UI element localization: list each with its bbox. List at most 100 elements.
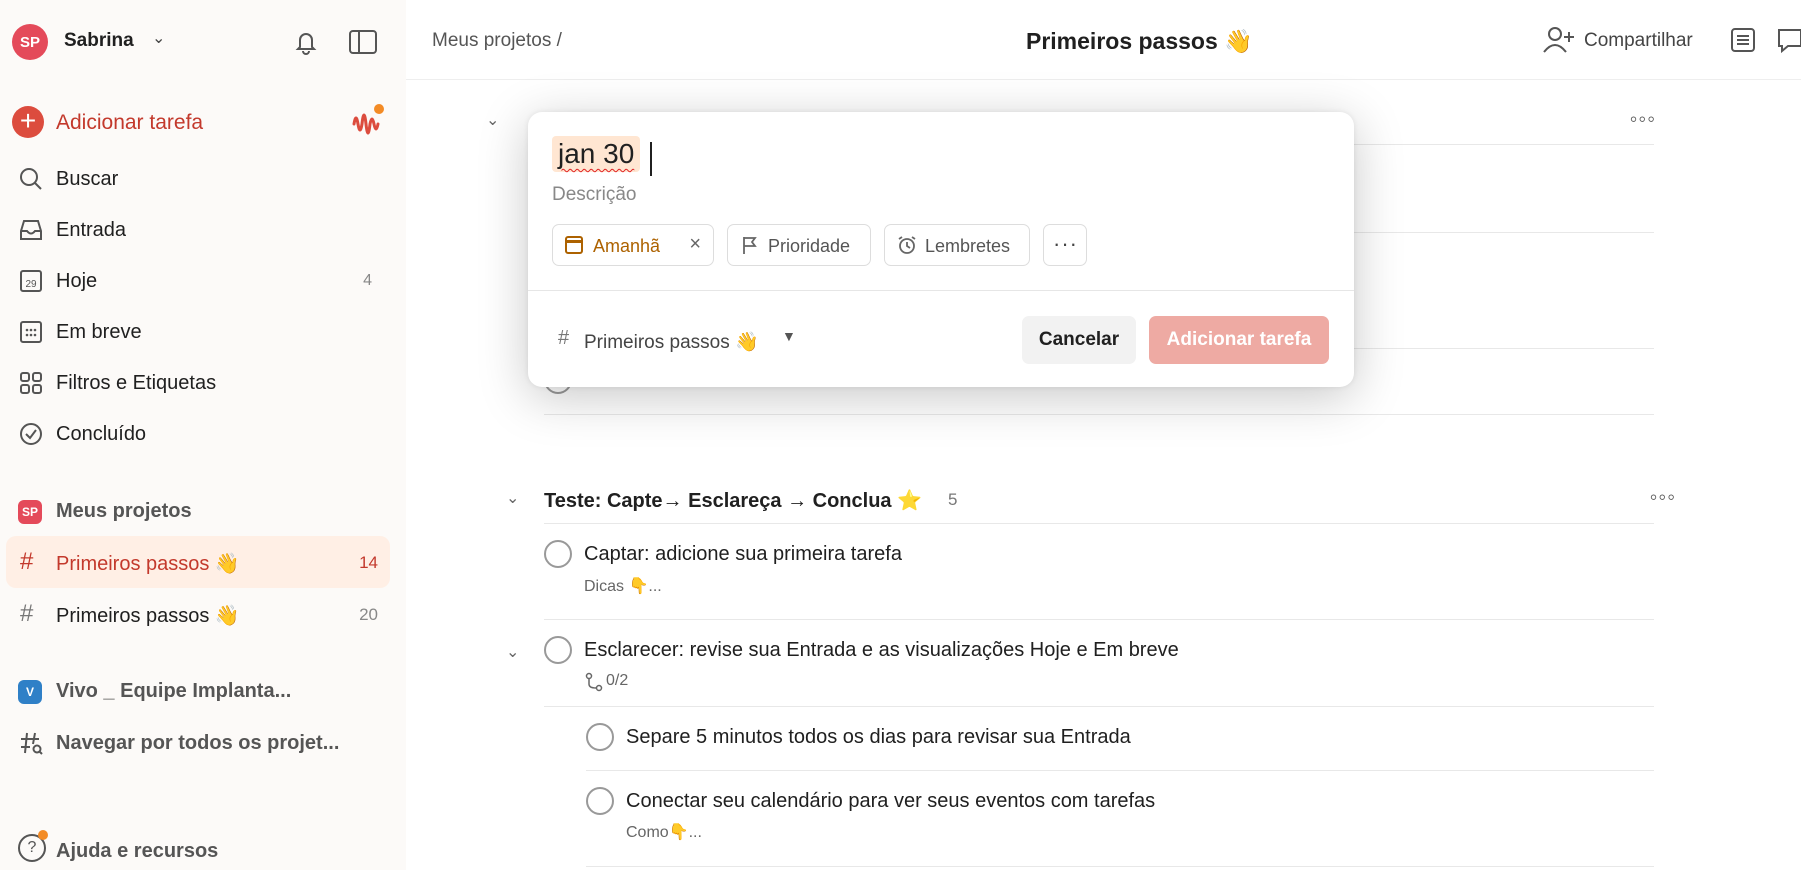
due-date-label: Amanhã bbox=[593, 236, 661, 256]
breadcrumb[interactable]: Meus projetos / bbox=[432, 30, 562, 52]
chevron-down-icon[interactable]: ⌄ bbox=[486, 110, 499, 130]
divider bbox=[544, 414, 1654, 415]
hash-icon: # bbox=[20, 600, 34, 627]
reminders-label: Lembretes bbox=[925, 236, 1011, 256]
chevron-down-icon[interactable]: ⌄ bbox=[506, 488, 519, 508]
sidebar-item-label: Em breve bbox=[56, 321, 142, 343]
search-icon bbox=[20, 168, 42, 190]
submit-task-button[interactable]: Adicionar tarefa bbox=[1149, 316, 1329, 364]
priority-label: Prioridade bbox=[768, 236, 851, 256]
avatar[interactable]: SP bbox=[12, 24, 48, 60]
divider bbox=[544, 706, 1654, 707]
section-count: 5 bbox=[948, 490, 958, 509]
grid-icon bbox=[20, 372, 42, 394]
task-title[interactable]: Esclarecer: revise sua Entrada e as visu… bbox=[584, 639, 1179, 662]
comments-icon[interactable] bbox=[1776, 26, 1801, 54]
my-projects-label: Meus projetos bbox=[56, 500, 192, 522]
priority-chip[interactable]: Prioridade bbox=[727, 224, 871, 266]
task-title[interactable]: Separe 5 minutos todos os dias para revi… bbox=[626, 726, 1131, 749]
task-description: Como👇... bbox=[626, 824, 702, 841]
plus-icon: + bbox=[12, 106, 44, 138]
project-selector-label: Primeiros passos 👋 bbox=[584, 332, 759, 353]
task-name-input[interactable]: jan 30 bbox=[552, 136, 653, 178]
divider bbox=[544, 523, 1654, 524]
subtask-icon bbox=[585, 672, 603, 692]
sidebar-item-search[interactable]: Buscar bbox=[8, 156, 388, 200]
chevron-down-icon[interactable]: ⌄ bbox=[152, 28, 165, 48]
task-checkbox[interactable] bbox=[544, 540, 572, 568]
chevron-down-icon[interactable]: ⌄ bbox=[506, 642, 519, 662]
user-name[interactable]: Sabrina bbox=[64, 30, 134, 52]
cancel-button[interactable]: Cancelar bbox=[1022, 316, 1136, 364]
more-options-icon: ··· bbox=[1053, 231, 1078, 256]
my-projects-header[interactable]: SP Meus projetos bbox=[8, 490, 388, 530]
browse-projects-label: Navegar por todos os projet... bbox=[56, 732, 340, 754]
task-checkbox[interactable] bbox=[586, 787, 614, 815]
my-projects-badge: SP bbox=[18, 500, 42, 524]
section-title: Teste: Capte→ Esclareça → Conclua ⭐ bbox=[544, 490, 922, 512]
svg-text:29: 29 bbox=[25, 279, 37, 290]
description-field[interactable]: Descrição bbox=[552, 184, 636, 206]
text-caret bbox=[650, 141, 653, 176]
detected-date-text[interactable]: jan 30 bbox=[552, 136, 641, 172]
sidebar-item-upcoming[interactable]: Em breve bbox=[8, 309, 388, 353]
browse-projects[interactable]: Navegar por todos os projet... bbox=[8, 720, 388, 764]
add-person-icon bbox=[1543, 27, 1574, 53]
task-title[interactable]: Conectar seu calendário para ver seus ev… bbox=[626, 790, 1155, 813]
reminders-chip[interactable]: Lembretes bbox=[884, 224, 1030, 266]
more-options-icon[interactable]: ◦◦◦ bbox=[1630, 106, 1656, 132]
due-date-chip[interactable]: Amanhã × bbox=[552, 224, 714, 266]
sidebar-item-inbox[interactable]: Entrada bbox=[8, 207, 388, 251]
hash-icon: # bbox=[558, 327, 570, 349]
close-icon[interactable]: × bbox=[689, 233, 701, 256]
alarm-clock-icon bbox=[898, 236, 916, 254]
team-label: Vivo _ Equipe Implanta... bbox=[56, 680, 292, 702]
sidebar-item-label: Filtros e Etiquetas bbox=[56, 372, 217, 394]
inbox-icon bbox=[20, 220, 42, 240]
task-title[interactable]: Captar: adicione sua primeira tarefa bbox=[584, 543, 902, 566]
sidebar-item-today[interactable]: 29 Hoje 4 bbox=[8, 258, 388, 302]
ramble-button[interactable] bbox=[348, 104, 388, 142]
notification-dot bbox=[374, 104, 384, 114]
project-label: Primeiros passos 👋 bbox=[56, 553, 240, 575]
task-description: Dicas 👇... bbox=[584, 578, 662, 595]
more-options-icon[interactable]: ◦◦◦ bbox=[1650, 484, 1676, 510]
divider bbox=[544, 619, 1654, 620]
add-task-button[interactable]: + Adicionar tarefa bbox=[12, 104, 392, 140]
task-checkbox[interactable] bbox=[586, 723, 614, 751]
sidebar-item-label: Entrada bbox=[56, 219, 127, 241]
share-button[interactable]: Compartilhar bbox=[1542, 24, 1693, 56]
divider bbox=[586, 866, 1654, 867]
view-options-icon[interactable] bbox=[1729, 26, 1757, 54]
sidebar-item-filters[interactable]: Filtros e Etiquetas bbox=[8, 360, 388, 404]
bell-icon[interactable] bbox=[290, 26, 322, 58]
divider bbox=[586, 770, 1654, 771]
help-label: Ajuda e recursos bbox=[56, 840, 219, 862]
sidebar-toggle-icon[interactable] bbox=[348, 28, 378, 56]
calendar-grid-icon bbox=[20, 321, 42, 343]
sidebar-project-primeiros-passos[interactable]: # Primeiros passos 👋 20 bbox=[6, 588, 390, 640]
top-bar: Meus projetos / Primeiros passos 👋 Compa… bbox=[406, 0, 1801, 80]
section-header[interactable]: ⌄ Teste: Capte→ Esclareça → Conclua ⭐ 5 … bbox=[506, 480, 1676, 520]
more-actions-chip[interactable]: ··· bbox=[1043, 224, 1087, 266]
sidebar-item-completed[interactable]: Concluído bbox=[8, 411, 388, 455]
help-resources[interactable]: ? Ajuda e recursos bbox=[8, 828, 388, 870]
calendar-today-icon: 29 bbox=[20, 270, 42, 292]
project-label: Primeiros passos 👋 bbox=[56, 605, 240, 627]
quick-add-dialog: jan 30 Descrição Amanhã × Prioridade Lem… bbox=[528, 112, 1354, 387]
page-title: Primeiros passos 👋 bbox=[1026, 28, 1253, 54]
check-circle-icon bbox=[20, 423, 42, 445]
task-checkbox[interactable] bbox=[544, 636, 572, 664]
calendar-icon bbox=[565, 236, 583, 254]
user-menu[interactable]: SP Sabrina ⌄ bbox=[12, 22, 392, 62]
task-count: 4 bbox=[363, 272, 372, 289]
hash-icon: # bbox=[20, 548, 34, 575]
sidebar: SP Sabrina ⌄ + Adicionar tarefa Buscar E… bbox=[0, 0, 406, 870]
add-task-label: Adicionar tarefa bbox=[56, 111, 204, 134]
divider bbox=[528, 290, 1354, 291]
sidebar-project-primeiros-passos-active[interactable]: # Primeiros passos 👋 14 bbox=[6, 536, 390, 588]
sidebar-item-label: Hoje bbox=[56, 270, 98, 292]
team-workspace[interactable]: V Vivo _ Equipe Implanta... bbox=[8, 670, 388, 710]
share-label: Compartilhar bbox=[1584, 30, 1693, 51]
task-count: 20 bbox=[359, 605, 378, 624]
